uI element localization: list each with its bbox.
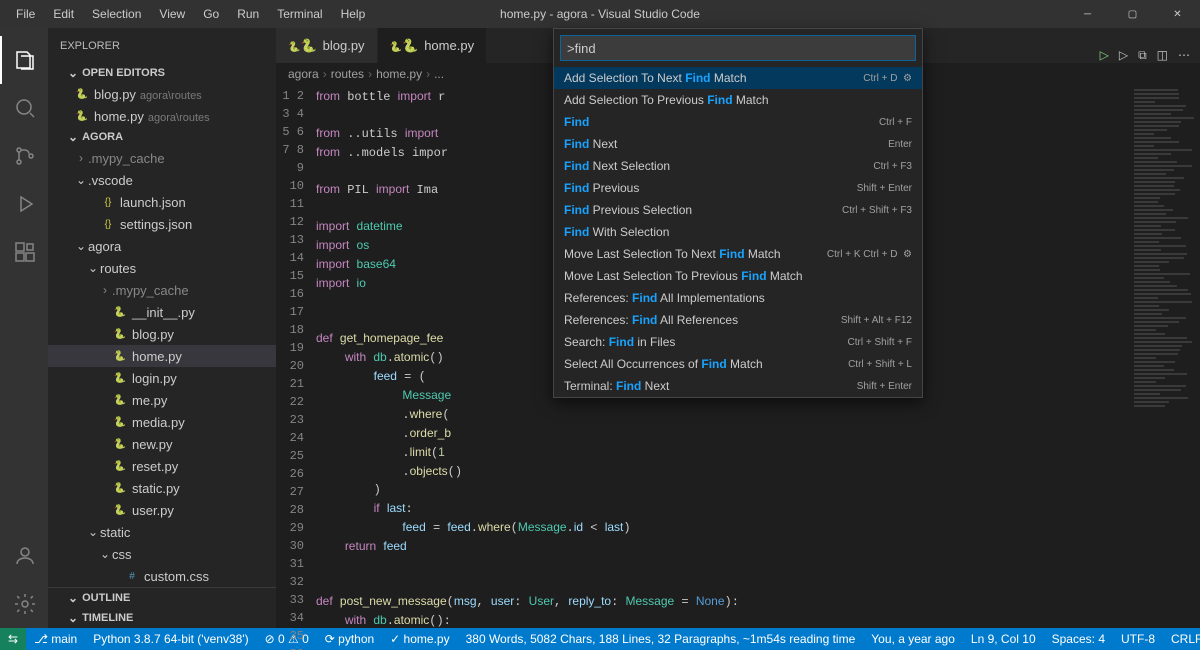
command-palette-item[interactable]: Find With Selection [554,221,922,243]
command-palette-item[interactable]: Find Previous SelectionCtrl + Shift + F3 [554,199,922,221]
menu-run[interactable]: Run [229,3,267,25]
project-section[interactable]: AGORA [48,127,276,147]
tree-file[interactable]: 🐍login.py [48,367,276,389]
command-palette-item[interactable]: References: Find All ReferencesShift + A… [554,309,922,331]
breadcrumb-item[interactable]: agora [288,67,319,81]
open-editor-item[interactable]: 🐍home.pyagora\routes [48,105,276,127]
command-palette-item[interactable]: Terminal: Find NextShift + Enter [554,375,922,397]
status-python-version[interactable]: Python 3.8.7 64-bit ('venv38') [85,628,256,650]
gear-icon[interactable] [0,580,48,628]
editor-actions: ▷ ▷ ⧉ ◫ ⋯ [1090,48,1200,63]
minimize-button[interactable]: ─ [1065,0,1110,28]
menu-file[interactable]: File [8,3,43,25]
tree-file[interactable]: {}settings.json [48,213,276,235]
split-editor-button[interactable]: ◫ [1157,48,1168,63]
maximize-button[interactable]: ▢ [1110,0,1155,28]
search-icon[interactable] [0,84,48,132]
status-position[interactable]: Ln 9, Col 10 [963,628,1044,650]
command-palette-item[interactable]: Move Last Selection To Previous Find Mat… [554,265,922,287]
command-palette-item[interactable]: Select All Occurrences of Find MatchCtrl… [554,353,922,375]
breadcrumb-item[interactable]: ... [434,67,444,81]
tree-file[interactable]: 🐍media.py [48,411,276,433]
files-icon[interactable] [0,36,48,84]
breadcrumb-item[interactable]: routes [331,67,364,81]
tree-file[interactable]: 🐍__init__.py [48,301,276,323]
sidebar-header: Explorer [48,28,276,63]
command-palette: >find Add Selection To Next Find MatchCt… [553,28,923,398]
status-branch[interactable]: ⎇ main [26,628,85,650]
sidebar: Explorer OPEN EDITORS 🐍blog.pyagora\rout… [48,28,276,628]
command-palette-item[interactable]: Find NextEnter [554,133,922,155]
status-blame[interactable]: You, a year ago [863,628,963,650]
command-palette-item[interactable]: Move Last Selection To Next Find MatchCt… [554,243,922,265]
activity-bar [0,28,48,628]
command-palette-item[interactable]: Find PreviousShift + Enter [554,177,922,199]
line-gutter: 1 2 3 4 5 6 7 8 9 10 11 12 13 14 15 16 1… [276,85,316,628]
tree-folder[interactable]: ⌄agora [48,235,276,257]
command-palette-item[interactable]: Add Selection To Next Find MatchCtrl + D… [554,67,922,89]
command-palette-list: Add Selection To Next Find MatchCtrl + D… [554,67,922,397]
status-problems[interactable]: ⊘ 0 ⚠ 0 [257,628,317,650]
titlebar: FileEditSelectionViewGoRunTerminalHelp h… [0,0,1200,28]
tree-folder[interactable]: ⌄.vscode [48,169,276,191]
more-actions-button[interactable]: ⋯ [1178,48,1190,63]
window-controls: ─ ▢ ✕ [1065,0,1200,28]
status-eol[interactable]: CRLF [1163,628,1200,650]
open-editor-item[interactable]: 🐍blog.pyagora\routes [48,83,276,105]
command-palette-item[interactable]: References: Find All Implementations [554,287,922,309]
open-editors-section[interactable]: OPEN EDITORS [48,63,276,83]
status-python-env[interactable]: ⟳ python [317,628,382,650]
tree-folder[interactable]: ›.mypy_cache [48,147,276,169]
editor-tab[interactable]: 🐍home.py [378,28,488,63]
command-palette-item[interactable]: Search: Find in FilesCtrl + Shift + F [554,331,922,353]
status-metrics[interactable]: 380 Words, 5082 Chars, 188 Lines, 32 Par… [458,628,864,650]
tree-file[interactable]: 🐍reset.py [48,455,276,477]
window-title: home.py - agora - Visual Studio Code [500,7,700,21]
tree-folder[interactable]: ⌄static [48,521,276,543]
extensions-icon[interactable] [0,228,48,276]
open-editors-tree: 🐍blog.pyagora\routes🐍home.pyagora\routes [48,83,276,127]
tree-file[interactable]: 🐍blog.py [48,323,276,345]
menu-go[interactable]: Go [195,3,227,25]
command-palette-item[interactable]: FindCtrl + F [554,111,922,133]
debug-icon[interactable] [0,180,48,228]
status-file-status[interactable]: ✓ home.py [382,628,457,650]
tree-file[interactable]: {}launch.json [48,191,276,213]
tree-folder[interactable]: ›.mypy_cache [48,279,276,301]
timeline-section[interactable]: TIMELINE [48,608,276,628]
status-indent[interactable]: Spaces: 4 [1044,628,1113,650]
command-palette-item[interactable]: Add Selection To Previous Find Match [554,89,922,111]
breadcrumb-item[interactable]: home.py [376,67,422,81]
tree-file[interactable]: 🐍new.py [48,433,276,455]
tree-file[interactable]: 🐍static.py [48,477,276,499]
tree-folder[interactable]: ⌄css [48,543,276,565]
file-tree: ›.mypy_cache⌄.vscode{}launch.json{}setti… [48,147,276,587]
status-bar: ⇆ ⎇ mainPython 3.8.7 64-bit ('venv38')⊘ … [0,628,1200,650]
menu-selection[interactable]: Selection [84,3,149,25]
outline-section[interactable]: OUTLINE [48,587,276,608]
run-button[interactable]: ▷ [1100,48,1109,63]
close-button[interactable]: ✕ [1155,0,1200,28]
tree-folder[interactable]: ⌄routes [48,257,276,279]
editor-area: 🐍blog.py🐍home.py ▷ ▷ ⧉ ◫ ⋯ agora›routes›… [276,28,1200,628]
tree-file[interactable]: 🐍user.py [48,499,276,521]
debug-run-button[interactable]: ▷ [1119,48,1128,63]
menu-view[interactable]: View [151,3,193,25]
compare-button[interactable]: ⧉ [1138,48,1147,63]
source-control-icon[interactable] [0,132,48,180]
menu-terminal[interactable]: Terminal [269,3,330,25]
status-encoding[interactable]: UTF-8 [1113,628,1163,650]
editor-tab[interactable]: 🐍blog.py [276,28,378,63]
menu-edit[interactable]: Edit [45,3,82,25]
tree-file[interactable]: 🐍home.py [48,345,276,367]
account-icon[interactable] [0,532,48,580]
command-palette-item[interactable]: Find Next SelectionCtrl + F3 [554,155,922,177]
menu-bar: FileEditSelectionViewGoRunTerminalHelp [0,3,373,25]
tree-file[interactable]: 🐍me.py [48,389,276,411]
remote-indicator[interactable]: ⇆ [0,628,26,650]
minimap[interactable] [1130,85,1200,628]
menu-help[interactable]: Help [333,3,374,25]
command-palette-input[interactable]: >find [560,35,916,61]
tree-file[interactable]: #custom.css [48,565,276,587]
